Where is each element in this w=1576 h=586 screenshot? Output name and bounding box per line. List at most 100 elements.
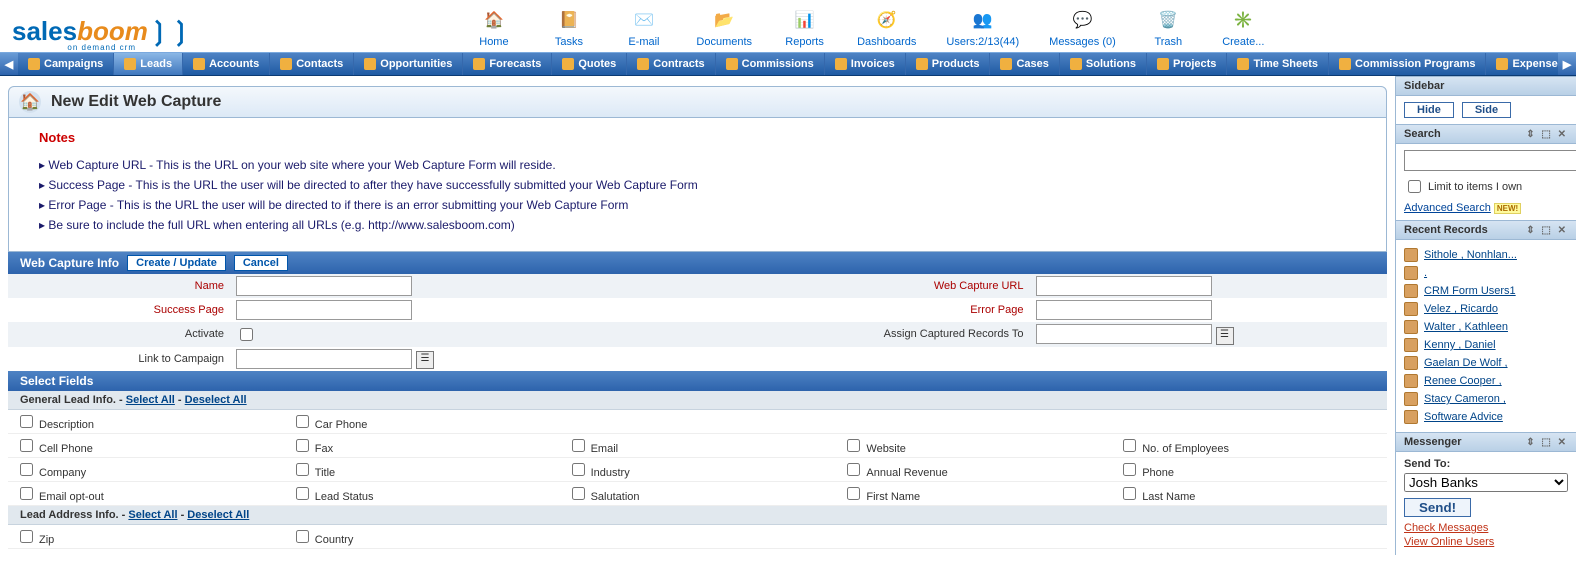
tab-invoices[interactable]: Invoices <box>825 53 906 75</box>
recent-record-link[interactable]: Renee Cooper , <box>1424 375 1502 387</box>
field-checkbox[interactable] <box>20 463 33 476</box>
field-checkbox[interactable] <box>572 463 585 476</box>
cancel-button[interactable]: Cancel <box>234 255 288 271</box>
tab-forecasts[interactable]: Forecasts <box>463 53 552 75</box>
recent-record-item[interactable]: Stacy Cameron , <box>1404 390 1568 408</box>
recent-record-item[interactable]: CRM Form Users1 <box>1404 282 1568 300</box>
recent-record-item[interactable]: Walter , Kathleen <box>1404 318 1568 336</box>
topnav-tasks[interactable]: 📔Tasks <box>546 6 591 48</box>
tab-products[interactable]: Products <box>906 53 991 75</box>
sidebar-side-button[interactable]: Side <box>1462 102 1511 118</box>
recent-record-link[interactable]: Gaelan De Wolf , <box>1424 357 1508 369</box>
lead-address-heading: Lead Address Info. <box>20 509 119 521</box>
recent-record-item[interactable]: Kenny , Daniel <box>1404 336 1568 354</box>
recent-record-link[interactable]: Walter , Kathleen <box>1424 321 1508 333</box>
field-checkbox[interactable] <box>847 439 860 452</box>
view-online-users-link[interactable]: View Online Users <box>1404 535 1568 549</box>
topnav-e-mail[interactable]: ✉️E-mail <box>621 6 666 48</box>
input-link-campaign[interactable] <box>236 349 412 369</box>
field-checkbox[interactable] <box>1123 439 1136 452</box>
sidebar-hide-button[interactable]: Hide <box>1404 102 1454 118</box>
input-error-page[interactable] <box>1036 300 1212 320</box>
tab-expense-reports[interactable]: Expense Reports <box>1486 53 1558 75</box>
field-checkbox[interactable] <box>296 439 309 452</box>
field-checkbox[interactable] <box>296 487 309 500</box>
tab-leads[interactable]: Leads <box>114 53 183 75</box>
recent-record-link[interactable]: . <box>1424 267 1427 279</box>
send-to-select[interactable]: Josh Banks <box>1404 473 1568 492</box>
search-input[interactable] <box>1404 150 1576 171</box>
tab-time-sheets[interactable]: Time Sheets <box>1227 53 1329 75</box>
topnav-documents[interactable]: 📂Documents <box>696 6 752 48</box>
field-checkbox[interactable] <box>20 415 33 428</box>
recent-record-link[interactable]: Stacy Cameron , <box>1424 393 1506 405</box>
field-checkbox[interactable] <box>847 487 860 500</box>
tab-commission-programs[interactable]: Commission Programs <box>1329 53 1486 75</box>
general-deselect-all[interactable]: Deselect All <box>185 394 247 406</box>
field-checkbox[interactable] <box>20 487 33 500</box>
tab-contracts[interactable]: Contracts <box>627 53 715 75</box>
tab-projects[interactable]: Projects <box>1147 53 1227 75</box>
field-checkbox[interactable] <box>296 530 309 543</box>
topnav-dashboards[interactable]: 🧭Dashboards <box>857 6 916 48</box>
recent-record-item[interactable]: Sithole , Nonhlan... <box>1404 246 1568 264</box>
tab-contacts[interactable]: Contacts <box>270 53 354 75</box>
tab-cases[interactable]: Cases <box>990 53 1059 75</box>
user-icon <box>1404 320 1418 334</box>
field-checkbox[interactable] <box>572 487 585 500</box>
address-deselect-all[interactable]: Deselect All <box>187 509 249 521</box>
field-checkbox[interactable] <box>847 463 860 476</box>
recent-record-item[interactable]: Software Advice <box>1404 408 1568 426</box>
address-select-all[interactable]: Select All <box>128 509 177 521</box>
create-update-button[interactable]: Create / Update <box>127 255 226 271</box>
lookup-assign-icon[interactable]: ☰ <box>1216 327 1234 345</box>
topnav-icon: 🗑️ <box>1154 6 1182 34</box>
recent-record-link[interactable]: Software Advice <box>1424 411 1503 423</box>
recent-record-link[interactable]: CRM Form Users1 <box>1424 285 1516 297</box>
general-select-all[interactable]: Select All <box>126 394 175 406</box>
limit-own-checkbox[interactable] <box>1408 180 1421 193</box>
label-success-page: Success Page <box>8 298 230 322</box>
recent-record-link[interactable]: Kenny , Daniel <box>1424 339 1496 351</box>
topnav-messages-0-[interactable]: 💬Messages (0) <box>1049 6 1116 48</box>
field-checkbox[interactable] <box>1123 463 1136 476</box>
tabstrip-right-arrow[interactable]: ▶ <box>1558 53 1576 75</box>
checkbox-activate[interactable] <box>240 328 253 341</box>
send-button[interactable]: Send! <box>1404 498 1471 517</box>
tab-opportunities[interactable]: Opportunities <box>354 53 463 75</box>
input-success-page[interactable] <box>236 300 412 320</box>
input-webcapture-url[interactable] <box>1036 276 1212 296</box>
topnav-reports[interactable]: 📊Reports <box>782 6 827 48</box>
advanced-search-link[interactable]: Advanced Search <box>1404 202 1491 214</box>
tab-campaigns[interactable]: Campaigns <box>18 53 114 75</box>
tabstrip-left-arrow[interactable]: ◀ <box>0 53 18 75</box>
field-checkbox[interactable] <box>296 415 309 428</box>
recent-record-item[interactable]: Renee Cooper , <box>1404 372 1568 390</box>
check-messages-link[interactable]: Check Messages <box>1404 521 1568 535</box>
lookup-campaign-icon[interactable]: ☰ <box>416 351 434 369</box>
topnav-home[interactable]: 🏠Home <box>471 6 516 48</box>
field-checkbox[interactable] <box>296 463 309 476</box>
recent-record-link[interactable]: Velez , Ricardo <box>1424 303 1498 315</box>
field-label: Company <box>39 467 86 479</box>
field-checkbox[interactable] <box>572 439 585 452</box>
field-checkbox[interactable] <box>20 439 33 452</box>
tab-commissions[interactable]: Commissions <box>716 53 825 75</box>
topnav-trash[interactable]: 🗑️Trash <box>1146 6 1191 48</box>
recent-record-item[interactable]: Velez , Ricardo <box>1404 300 1568 318</box>
input-name[interactable] <box>236 276 412 296</box>
tab-solutions[interactable]: Solutions <box>1060 53 1147 75</box>
search-controls-icon[interactable]: ⇕ ⬚ ✕ <box>1526 129 1568 140</box>
field-checkbox[interactable] <box>20 530 33 543</box>
tab-accounts[interactable]: Accounts <box>183 53 270 75</box>
tab-quotes[interactable]: Quotes <box>552 53 627 75</box>
recent-controls-icon[interactable]: ⇕ ⬚ ✕ <box>1526 225 1568 236</box>
messenger-controls-icon[interactable]: ⇕ ⬚ ✕ <box>1526 437 1568 448</box>
topnav-users-2-13-44-[interactable]: 👥Users:2/13(44) <box>946 6 1019 48</box>
recent-record-item[interactable]: . <box>1404 264 1568 282</box>
topnav-create-[interactable]: ✳️Create... <box>1221 6 1266 48</box>
recent-record-item[interactable]: Gaelan De Wolf , <box>1404 354 1568 372</box>
recent-record-link[interactable]: Sithole , Nonhlan... <box>1424 249 1517 261</box>
field-checkbox[interactable] <box>1123 487 1136 500</box>
input-assign-records[interactable] <box>1036 324 1212 344</box>
